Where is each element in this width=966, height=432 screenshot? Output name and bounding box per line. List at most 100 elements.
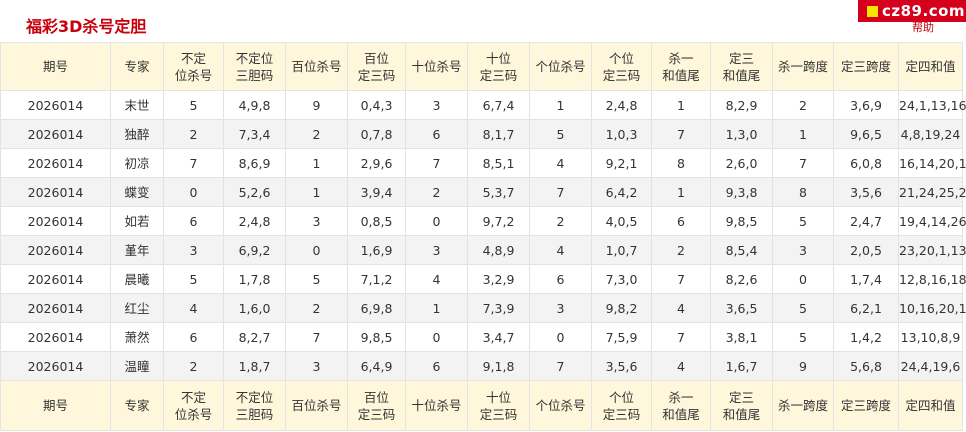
prediction-cell: 1,8,7 (223, 351, 286, 381)
footer-cell: 杀一 和值尾 (651, 380, 711, 431)
prediction-cell: 2 (163, 119, 224, 149)
expert-name-cell[interactable]: 独醉 (110, 119, 164, 149)
prediction-cell: 5,6,8 (833, 351, 899, 381)
header-cell: 百位 定三码 (347, 42, 406, 91)
footer-cell: 不定位 三胆码 (223, 380, 286, 431)
prediction-cell: 2 (405, 177, 468, 207)
prediction-cell: 1,4,2 (833, 322, 899, 352)
prediction-cell: 3,8,1 (710, 322, 773, 352)
prediction-cell: 9,8,5 (347, 322, 406, 352)
prediction-cell: 3 (772, 235, 834, 265)
prediction-cell: 9 (285, 90, 348, 120)
prediction-cell: 3 (285, 206, 348, 236)
prediction-cell: 21,24,25,22 (898, 177, 966, 207)
table-row: 2026014 晨曦 5 1,7,8 5 7,1,2 4 3,2,9 6 7,3,0 7 8,2,6 0… (0, 264, 966, 294)
issue-cell: 2026014 (0, 177, 111, 207)
prediction-cell: 5 (529, 119, 592, 149)
prediction-cell: 9,1,8 (467, 351, 530, 381)
header-cell: 杀一跨度 (772, 42, 834, 91)
issue-cell: 2026014 (0, 148, 111, 178)
prediction-cell: 8,2,7 (223, 322, 286, 352)
prediction-cell: 0 (405, 322, 468, 352)
prediction-cell: 3,5,6 (591, 351, 652, 381)
prediction-cell: 2,0,5 (833, 235, 899, 265)
prediction-cell: 0 (405, 206, 468, 236)
table-row: 2026014 蝶变 0 5,2,6 1 3,9,4 2 5,3,7 7 6,4,2 1 9,3,8 8… (0, 177, 966, 207)
prediction-cell: 4,8,19,24 (898, 119, 963, 149)
prediction-cell: 2,4,8 (223, 206, 286, 236)
header-cell: 定四和值 (898, 42, 963, 91)
prediction-cell: 6 (163, 206, 224, 236)
prediction-cell: 7 (405, 148, 468, 178)
prediction-cell: 7,3,4 (223, 119, 286, 149)
prediction-cell: 3 (529, 293, 592, 323)
prediction-cell: 7 (285, 322, 348, 352)
prediction-cell: 7,5,9 (591, 322, 652, 352)
prediction-cell: 1 (405, 293, 468, 323)
header-cell: 杀一 和值尾 (651, 42, 711, 91)
prediction-cell: 9,3,8 (710, 177, 773, 207)
footer-cell: 个位 定三码 (591, 380, 652, 431)
prediction-cell: 6,0,8 (833, 148, 899, 178)
prediction-cell: 9,6,5 (833, 119, 899, 149)
prediction-cell: 4 (529, 148, 592, 178)
prediction-cell: 6,7,4 (467, 90, 530, 120)
expert-name-cell[interactable]: 萧然 (110, 322, 164, 352)
help-link[interactable]: 帮助 (912, 19, 934, 35)
prediction-cell: 4 (405, 264, 468, 294)
prediction-cell: 6 (163, 322, 224, 352)
expert-name-cell[interactable]: 晨曦 (110, 264, 164, 294)
prediction-cell: 7,3,9 (467, 293, 530, 323)
prediction-cell: 4 (529, 235, 592, 265)
issue-cell: 2026014 (0, 90, 111, 120)
expert-name-cell[interactable]: 末世 (110, 90, 164, 120)
prediction-cell: 8,2,9 (710, 90, 773, 120)
prediction-cell: 1 (285, 177, 348, 207)
prediction-cell: 9,7,2 (467, 206, 530, 236)
expert-name-cell[interactable]: 温瞳 (110, 351, 164, 381)
prediction-cell: 13,10,8,9 (898, 322, 963, 352)
prediction-cell: 7 (651, 322, 711, 352)
header-cell: 十位杀号 (405, 42, 468, 91)
expert-name-cell[interactable]: 如若 (110, 206, 164, 236)
table-row: 2026014 初凉 7 8,6,9 1 2,9,6 7 8,5,1 4 9,2,1 8 2,6,0 7… (0, 148, 966, 178)
prediction-cell: 10,16,20,15 (898, 293, 966, 323)
expert-name-cell[interactable]: 初凉 (110, 148, 164, 178)
prediction-cell: 5 (772, 293, 834, 323)
prediction-cell: 3,4,7 (467, 322, 530, 352)
prediction-cell: 2 (285, 119, 348, 149)
header-cell: 期号 (0, 42, 111, 91)
footer-cell: 百位 定三码 (347, 380, 406, 431)
expert-name-cell[interactable]: 堇年 (110, 235, 164, 265)
prediction-cell: 1 (772, 119, 834, 149)
prediction-cell: 1,7,8 (223, 264, 286, 294)
issue-cell: 2026014 (0, 206, 111, 236)
prediction-cell: 1,0,3 (591, 119, 652, 149)
issue-cell: 2026014 (0, 351, 111, 381)
prediction-cell: 6 (405, 119, 468, 149)
prediction-cell: 24,4,19,6 (898, 351, 963, 381)
prediction-cell: 6,2,1 (833, 293, 899, 323)
prediction-cell: 3,2,9 (467, 264, 530, 294)
header-cell: 十位 定三码 (467, 42, 530, 91)
page-title: 福彩3D杀号定胆 (26, 17, 147, 36)
prediction-cell: 4 (651, 351, 711, 381)
header-cell: 定三跨度 (833, 42, 899, 91)
prediction-cell: 2 (772, 90, 834, 120)
prediction-cell: 9,8,2 (591, 293, 652, 323)
header-cell: 不定 位杀号 (163, 42, 224, 91)
prediction-cell: 12,8,16,18 (898, 264, 966, 294)
expert-name-cell[interactable]: 蝶变 (110, 177, 164, 207)
prediction-cell: 7 (651, 119, 711, 149)
prediction-cell: 0 (163, 177, 224, 207)
header-cell: 个位杀号 (529, 42, 592, 91)
prediction-cell: 3 (285, 351, 348, 381)
prediction-cell: 8,6,9 (223, 148, 286, 178)
issue-cell: 2026014 (0, 235, 111, 265)
prediction-cell: 2,4,8 (591, 90, 652, 120)
prediction-cell: 1,0,7 (591, 235, 652, 265)
expert-name-cell[interactable]: 红尘 (110, 293, 164, 323)
prediction-cell: 7 (529, 351, 592, 381)
prediction-cell: 0,4,3 (347, 90, 406, 120)
logo-square-icon (867, 5, 878, 17)
